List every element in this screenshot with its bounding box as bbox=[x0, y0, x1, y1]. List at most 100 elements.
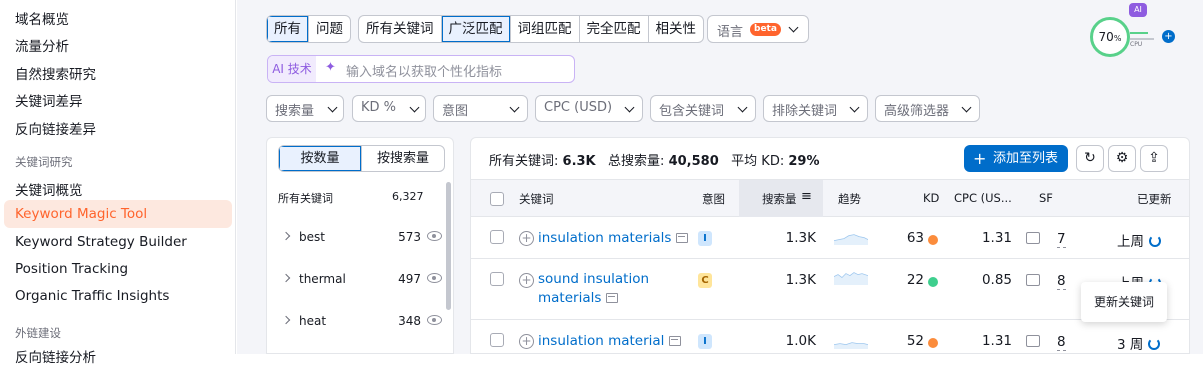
group-item[interactable]: thermal 497 bbox=[267, 264, 453, 294]
intent-badge: I bbox=[698, 231, 712, 246]
add-keyword-icon[interactable]: + bbox=[519, 273, 534, 288]
score-gauge[interactable]: 70% bbox=[1090, 17, 1130, 57]
chevron-down-icon bbox=[737, 102, 748, 113]
keyword-link[interactable]: insulation materials bbox=[538, 229, 689, 248]
serp-features-icon[interactable] bbox=[1026, 232, 1040, 244]
col-volume[interactable]: 搜索量 bbox=[762, 191, 797, 207]
sidebar-item-keyword-strategy-builder[interactable]: Keyword Strategy Builder bbox=[15, 234, 187, 250]
group-item[interactable]: heat 348 bbox=[267, 306, 453, 336]
cpc-value: 1.31 bbox=[981, 333, 1012, 349]
sidebar-item-domain-overview[interactable]: 域名概览 bbox=[15, 8, 69, 28]
filter-cpc-label: CPC (USD) bbox=[544, 100, 613, 115]
keyword-link[interactable]: sound insulation materials bbox=[538, 270, 649, 308]
groups-header-count: 6,327 bbox=[392, 190, 424, 203]
tab-exact-match[interactable]: 完全匹配 bbox=[580, 16, 649, 42]
add-icon[interactable]: + bbox=[1162, 30, 1175, 43]
sidebar-item-organic-traffic-insights[interactable]: Organic Traffic Insights bbox=[15, 288, 169, 304]
chevron-down-icon bbox=[409, 102, 420, 113]
sidebar-item-keyword-magic-tool[interactable]: Keyword Magic Tool bbox=[4, 200, 232, 228]
tab-questions[interactable]: 问题 bbox=[309, 16, 350, 42]
sort-by-count[interactable]: 按数量 bbox=[279, 146, 361, 171]
tab-broad-match[interactable]: 广泛匹配 bbox=[441, 16, 511, 42]
sidebar-item-keyword-overview[interactable]: 关键词概览 bbox=[15, 179, 83, 199]
eye-icon[interactable] bbox=[427, 315, 442, 325]
sidebar-item-position-tracking[interactable]: Position Tracking bbox=[15, 261, 128, 277]
col-keyword[interactable]: 关键词 bbox=[519, 191, 554, 207]
keyword-link[interactable]: insulation material bbox=[538, 332, 682, 351]
avg-kd-label: 平均 KD: bbox=[731, 154, 785, 169]
score-value: 70 bbox=[1098, 30, 1114, 44]
tab-all[interactable]: 所有 bbox=[267, 16, 309, 42]
group-word: best bbox=[299, 230, 325, 244]
group-item[interactable]: best 573 bbox=[267, 222, 453, 252]
add-to-list-label: 添加至列表 bbox=[993, 151, 1059, 166]
intent-badge: I bbox=[698, 334, 712, 349]
volume-value: 1.3K bbox=[785, 272, 816, 288]
updated-cell: 3 周 bbox=[1117, 333, 1161, 353]
trend-sparkline bbox=[834, 234, 868, 245]
trend-sparkline bbox=[834, 272, 868, 285]
refresh-button[interactable]: ↻ bbox=[1076, 145, 1104, 172]
trend-sparkline bbox=[834, 342, 868, 349]
tab-all-keywords[interactable]: 所有关键词 bbox=[359, 16, 442, 42]
row-checkbox[interactable] bbox=[490, 230, 504, 244]
add-keyword-icon[interactable]: + bbox=[519, 334, 534, 349]
settings-button[interactable]: ⚙ bbox=[1108, 145, 1136, 172]
row-checkbox[interactable] bbox=[490, 333, 504, 347]
kd-indicator bbox=[928, 235, 938, 245]
ai-domain-input[interactable]: AI 技术 ✦ 输入域名以获取个性化指标 bbox=[267, 55, 575, 83]
ai-badge: AI bbox=[1129, 3, 1147, 17]
add-to-list-button[interactable]: + 添加至列表 bbox=[964, 145, 1068, 172]
col-updated[interactable]: 已更新 bbox=[1137, 191, 1172, 207]
tab-related[interactable]: 相关性 bbox=[649, 16, 704, 42]
col-kd[interactable]: KD bbox=[923, 191, 939, 205]
updated-value: 上周 bbox=[1117, 234, 1144, 250]
serp-icon[interactable] bbox=[606, 293, 619, 303]
select-all-checkbox[interactable] bbox=[490, 192, 504, 206]
eye-icon[interactable] bbox=[427, 273, 442, 283]
group-word: heat bbox=[299, 314, 327, 328]
filter-include-keywords[interactable]: 包含关键词 bbox=[650, 95, 756, 122]
sort-by-volume[interactable]: 按搜索量 bbox=[361, 146, 444, 171]
serp-features-icon[interactable] bbox=[1026, 274, 1040, 286]
add-keyword-icon[interactable]: + bbox=[519, 231, 534, 246]
filter-cpc[interactable]: CPC (USD) bbox=[535, 95, 643, 122]
eye-icon[interactable] bbox=[427, 231, 442, 241]
language-dropdown[interactable]: 语言 beta bbox=[707, 15, 809, 43]
serp-features-icon[interactable] bbox=[1026, 335, 1040, 347]
col-sf[interactable]: SF bbox=[1039, 191, 1053, 205]
col-cpc[interactable]: CPC (US... bbox=[954, 191, 1012, 205]
sidebar-item-label: Keyword Magic Tool bbox=[15, 206, 148, 222]
sf-count[interactable]: 8 bbox=[1057, 273, 1066, 290]
tab-phrase-match[interactable]: 词组匹配 bbox=[511, 16, 580, 42]
kd-value: 52 bbox=[906, 333, 924, 349]
filter-volume[interactable]: 搜索量 bbox=[266, 95, 344, 122]
filter-advanced[interactable]: 高级筛选器 bbox=[875, 95, 980, 122]
chevron-down-icon bbox=[509, 102, 520, 113]
col-trend[interactable]: 趋势 bbox=[838, 191, 861, 207]
refresh-icon[interactable] bbox=[1149, 235, 1161, 247]
serp-icon[interactable] bbox=[669, 336, 682, 346]
sidebar-item-backlink-gap[interactable]: 反向链接差异 bbox=[15, 118, 96, 138]
filter-exclude-keywords[interactable]: 排除关键词 bbox=[763, 95, 868, 122]
kd-value: 63 bbox=[906, 230, 924, 246]
sidebar-item-keyword-gap[interactable]: 关键词差异 bbox=[15, 90, 83, 110]
sidebar-item-organic-research[interactable]: 自然搜索研究 bbox=[15, 63, 96, 83]
sf-count[interactable]: 8 bbox=[1057, 334, 1066, 351]
sf-count[interactable]: 7 bbox=[1057, 231, 1066, 248]
sidebar-item-traffic-analytics[interactable]: 流量分析 bbox=[15, 35, 69, 55]
serp-icon[interactable] bbox=[676, 233, 689, 243]
refresh-icon[interactable] bbox=[1148, 338, 1161, 350]
chevron-right-icon bbox=[281, 231, 291, 241]
filter-intent[interactable]: 意图 bbox=[433, 95, 528, 122]
export-button[interactable]: ⇪ bbox=[1140, 145, 1168, 172]
row-checkbox[interactable] bbox=[490, 272, 504, 286]
filter-kd[interactable]: KD % bbox=[352, 95, 426, 122]
cpc-value: 0.85 bbox=[981, 272, 1012, 288]
updated-value: 3 周 bbox=[1117, 337, 1144, 353]
col-intent[interactable]: 意图 bbox=[702, 191, 725, 207]
main-area: 所有 问题 所有关键词 广泛匹配 词组匹配 完全匹配 相关性 语言 beta A… bbox=[237, 0, 1203, 354]
all-keywords-label: 所有关键词: bbox=[489, 154, 559, 169]
sidebar-item-backlink-analytics[interactable]: 反向链接分析 bbox=[15, 346, 96, 366]
filter-advanced-label: 高级筛选器 bbox=[884, 104, 950, 119]
